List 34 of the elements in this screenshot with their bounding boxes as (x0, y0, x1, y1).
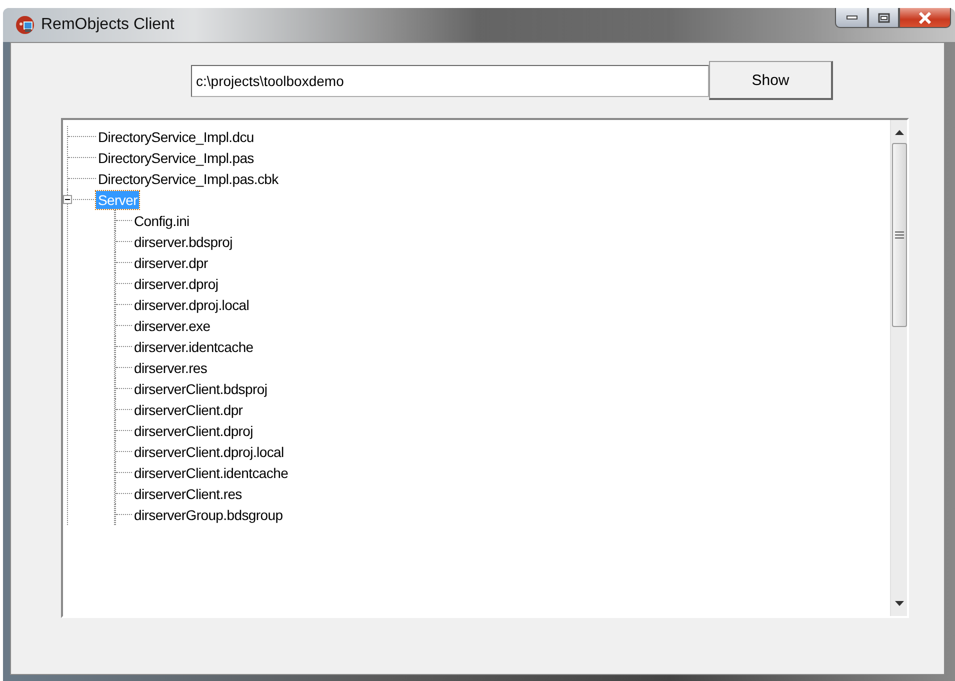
tree-item[interactable]: dirserver.dpr (132, 254, 210, 272)
tree-item[interactable]: DirectoryService_Impl.pas (96, 148, 256, 166)
scroll-down-icon[interactable] (894, 601, 904, 606)
tree-item[interactable]: dirserver.exe (132, 316, 212, 334)
tree-item[interactable]: dirserver.res (132, 358, 210, 376)
maximize-icon (878, 12, 890, 22)
close-icon (918, 12, 932, 24)
scroll-thumb[interactable] (892, 143, 906, 327)
tree-item[interactable]: dirserverGroup.bdsgroup (132, 506, 285, 524)
grip-icon (894, 231, 904, 239)
scrollbar[interactable] (890, 120, 907, 616)
window-title: RemObjects Client (41, 16, 174, 34)
tree-item[interactable]: dirserverClient.identcache (132, 464, 290, 482)
tree-item[interactable]: dirserver.dproj (132, 274, 220, 292)
tree-item[interactable]: dirserverClient.bdsproj (132, 380, 270, 398)
tree-item[interactable]: dirserver.dproj.local (132, 296, 252, 314)
scroll-up-icon[interactable] (894, 130, 904, 135)
tree-item[interactable]: dirserverClient.dproj (132, 422, 255, 440)
tree-item[interactable]: DirectoryService_Impl.dcu (96, 128, 256, 146)
tree-item[interactable]: dirserverClient.dproj.local (132, 442, 286, 460)
collapse-icon[interactable] (63, 195, 72, 204)
app-icon (15, 15, 35, 35)
tree-item[interactable]: dirserver.identcache (132, 338, 256, 356)
show-button[interactable]: Show (709, 61, 833, 100)
path-field[interactable]: c:\projects\toolboxdemo (191, 64, 709, 96)
tree-item[interactable]: dirserverClient.dpr (132, 400, 245, 418)
close-button[interactable] (899, 8, 951, 28)
minimize-button[interactable] (835, 8, 868, 28)
minimize-icon (846, 14, 858, 20)
tree-item[interactable]: Config.ini (132, 212, 192, 230)
tree-item[interactable]: DirectoryService_Impl.pas.cbk (96, 170, 280, 188)
maximize-button[interactable] (868, 8, 899, 28)
tree-item[interactable]: dirserver.bdsproj (132, 232, 234, 250)
tree-item[interactable]: dirserverClient.res (132, 484, 244, 502)
